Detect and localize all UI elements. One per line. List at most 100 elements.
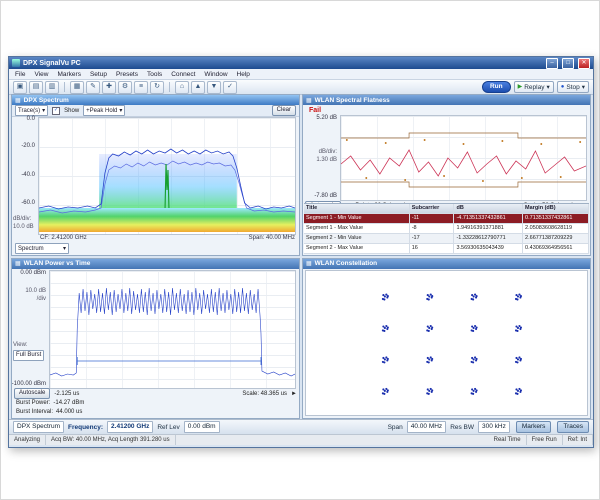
menu-presets[interactable]: Presets [116, 71, 138, 78]
db-div-value: 10.0 dB [13, 224, 34, 230]
trace-select[interactable]: Trace(s) ▾ [15, 105, 48, 116]
flatness-plot[interactable] [340, 115, 587, 201]
flatness-panel-header[interactable]: ▦ WLAN Spectral Flatness [303, 95, 590, 105]
menu-view[interactable]: View [34, 71, 48, 78]
stop-button[interactable]: ● Stop ▾ [557, 81, 589, 93]
y-tick: -60.0 [21, 200, 35, 206]
replay-label: Replay [524, 83, 544, 92]
view-select[interactable]: Full Burst [13, 350, 44, 361]
ref-level-value[interactable]: 0.00 dBm [184, 421, 220, 433]
home-icon[interactable]: ⌂ [175, 81, 189, 94]
dpx-panel-title: DPX Spectrum [24, 97, 69, 104]
constellation-plot[interactable] [305, 270, 588, 417]
traces-button[interactable]: Traces [557, 421, 589, 433]
close-button[interactable]: ✕ [578, 58, 590, 69]
chevron-down-icon: ▾ [42, 107, 45, 115]
pvt-panel-header[interactable]: ▦ WLAN Power vs Time [12, 259, 299, 269]
open-icon[interactable]: ▤ [29, 81, 43, 94]
col-subcarrier[interactable]: Subcarrier [410, 204, 455, 213]
pvt-y-axis: 0.00 dBm 10.0 dB /div View: Full Burst -… [12, 270, 48, 387]
play-icon: ▶ [518, 83, 523, 92]
dpx-controls: Trace(s) ▾ ✓ Show +Peak Hold ▾ Clear [12, 105, 299, 117]
menu-connect[interactable]: Connect [171, 71, 195, 78]
table-row[interactable]: Segment 1 - Max Value -8 1.9491639137188… [304, 224, 589, 234]
span-value[interactable]: 40.00 MHz [407, 421, 446, 433]
add-icon[interactable]: ✚ [102, 81, 116, 94]
pvt-panel-title: WLAN Power vs Time [24, 260, 91, 267]
chevron-down-icon: ▾ [546, 83, 549, 92]
check-icon[interactable]: ✓ [223, 81, 237, 94]
up-icon[interactable]: ▲ [191, 81, 205, 94]
y-max-label: 5.20 dB [316, 115, 337, 121]
dpx-plot[interactable] [38, 117, 296, 235]
frequency-value[interactable]: 2.41200 GHz [107, 421, 153, 433]
markers-button[interactable]: Markers [516, 421, 551, 433]
rbw-value[interactable]: 300 kHz [478, 421, 510, 433]
col-margin[interactable]: Margin (dB) [523, 204, 589, 213]
peak-hold-select[interactable]: +Peak Hold ▾ [83, 105, 125, 116]
pvt-plot[interactable] [49, 270, 296, 389]
peak-hold-label: +Peak Hold [86, 107, 117, 115]
constellation-panel-header[interactable]: ▦ WLAN Constellation [303, 259, 590, 269]
maximize-button[interactable]: □ [562, 58, 574, 69]
down-icon[interactable]: ▼ [207, 81, 221, 94]
col-db[interactable]: dB [454, 204, 523, 213]
table-row[interactable]: Segment 2 - Min Value -17 -1.33228612790… [304, 234, 589, 244]
db-div-label: dB/div: [13, 216, 31, 222]
table-row[interactable]: Segment 2 - Max Value 16 3.5693063504343… [304, 244, 589, 254]
panel-spectral-flatness: ▦ WLAN Spectral Flatness Fail 5.20 dB dB… [302, 94, 591, 256]
minimize-button[interactable]: – [546, 58, 558, 69]
replay-button[interactable]: ▶ Replay ▾ [514, 81, 554, 93]
app-icon [12, 59, 20, 67]
dpx-panel-header[interactable]: ▦ DPX Spectrum [12, 95, 299, 105]
preset-icon[interactable]: ▣ [13, 81, 27, 94]
burst-interval-row: Burst Interval: 44.000 us [16, 409, 82, 415]
pvt-trace [50, 288, 295, 376]
toolbar: ▣ ▤ ▥ ▦ ✎ ✚ ⚙ ≡ ↻ ⌂ ▲ ▼ ✓ Run ▶ Replay ▾… [9, 80, 593, 95]
y-max-label: 0.00 dBm [20, 270, 46, 276]
table-row[interactable]: Segment 1 - Min Value -11 -4.71351337432… [304, 214, 589, 224]
flatness-results-table: Title Subcarrier dB Margin (dB) Segment … [304, 203, 589, 254]
dpx-y-axis: 0.0 -20.0 -40.0 -60.0 dB/div: 10.0 dB [12, 117, 37, 233]
cell-title: Segment 1 - Min Value [304, 214, 410, 223]
menu-icon[interactable]: ≡ [134, 81, 148, 94]
y-min-label: -7.80 dB [314, 193, 337, 199]
display-selector[interactable]: Spectrum ▾ [15, 243, 69, 254]
acquisition-controls: Run ▶ Replay ▾ ● Stop ▾ [482, 81, 589, 93]
save-icon[interactable]: ▥ [45, 81, 59, 94]
cell-margin: 2.66771387209229 [523, 234, 589, 243]
burst-interval-value: 44.000 us [56, 409, 82, 415]
displays-icon[interactable]: ▦ [70, 81, 84, 94]
settings-icon[interactable]: ⚙ [118, 81, 132, 94]
chevron-down-icon: ▾ [582, 83, 585, 92]
burst-power-value: -14.27 dBm [53, 400, 84, 406]
menu-markers[interactable]: Markers [57, 71, 80, 78]
col-title[interactable]: Title [304, 204, 410, 213]
refresh-icon[interactable]: ↻ [150, 81, 164, 94]
toolbar-separator [64, 82, 65, 92]
menu-tools[interactable]: Tools [147, 71, 162, 78]
right-arrow-icon[interactable]: ► [291, 391, 297, 397]
menu-file[interactable]: File [15, 71, 25, 78]
cell-subcarrier: 16 [410, 244, 455, 253]
acquisition-readout: Acq BW: 40.00 MHz, Acq Length 391.280 us [46, 435, 176, 445]
x-start-readout: -2.125 us [54, 391, 79, 397]
show-checkbox[interactable]: ✓ [52, 107, 60, 115]
menu-setup[interactable]: Setup [90, 71, 107, 78]
chevron-down-icon: ▾ [119, 107, 122, 115]
flatness-y-axis: 5.20 dB dB/div: 1.30 dB -7.80 dB [303, 115, 339, 199]
measurement-name[interactable]: DPX Spectrum [13, 421, 64, 433]
center-frequency-label: CF: 2.41200 GHz [40, 235, 87, 241]
menu-help[interactable]: Help [237, 71, 250, 78]
autoscale-button[interactable]: Autoscale [14, 388, 50, 399]
reference-status: Ref: Int [563, 435, 593, 445]
clear-button[interactable]: Clear [272, 105, 296, 116]
menu-window[interactable]: Window [204, 71, 227, 78]
cell-db: 3.56930635043439 [454, 244, 523, 253]
edit-icon[interactable]: ✎ [86, 81, 100, 94]
y-tick: -20.0 [21, 143, 35, 149]
cell-subcarrier: -17 [410, 234, 455, 243]
status-bar: Analyzing Acq BW: 40.00 MHz, Acq Length … [9, 434, 593, 445]
run-button[interactable]: Run [482, 81, 511, 93]
panel-power-vs-time: ▦ WLAN Power vs Time 0.00 dBm 10.0 dB /d… [11, 258, 300, 420]
